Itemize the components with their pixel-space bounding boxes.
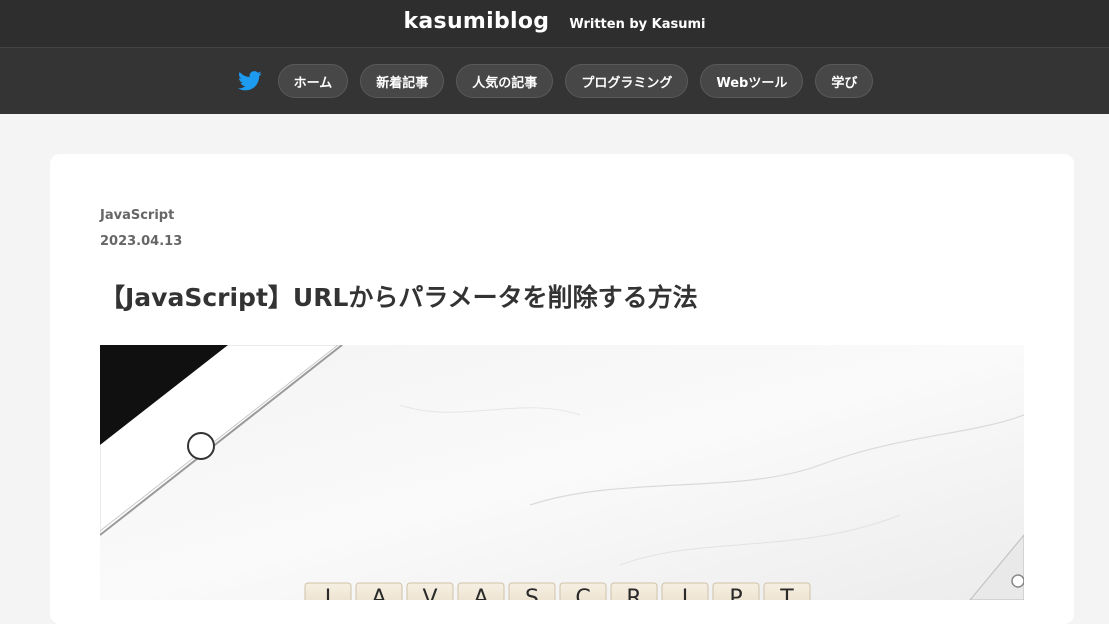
article-title: 【JavaScript】URLからパラメータを削除する方法 xyxy=(100,283,698,312)
svg-text:I: I xyxy=(682,586,689,600)
main-nav: ホーム 新着記事 人気の記事 プログラミング Webツール 学び xyxy=(0,48,1109,114)
nav-item-programming[interactable]: プログラミング xyxy=(565,64,689,98)
svg-text:T: T xyxy=(779,586,794,600)
svg-text:P: P xyxy=(729,586,742,600)
article-category[interactable]: JavaScript xyxy=(100,208,174,223)
svg-text:R: R xyxy=(626,586,641,600)
article-hero-image: J A V A S C R I P T xyxy=(100,345,1024,600)
article-date: 2023.04.13 xyxy=(100,234,183,249)
svg-text:A: A xyxy=(371,586,386,600)
hero-illustration: J A V A S C R I P T xyxy=(100,345,1024,600)
nav-item-popular-articles[interactable]: 人気の記事 xyxy=(456,64,554,98)
twitter-link[interactable] xyxy=(236,67,264,95)
nav-item-home[interactable]: ホーム xyxy=(277,64,349,98)
site-subtitle: Written by Kasumi xyxy=(569,17,706,32)
svg-text:J: J xyxy=(323,586,332,600)
site-header: kasumiblog Written by Kasumi xyxy=(0,0,1109,48)
svg-text:C: C xyxy=(575,586,590,600)
article-card: JavaScript 2023.04.13 【JavaScript】URLからパ… xyxy=(50,154,1074,624)
nav-item-new-articles[interactable]: 新着記事 xyxy=(360,64,445,98)
svg-text:A: A xyxy=(473,586,488,600)
nav-item-learning[interactable]: 学び xyxy=(815,64,874,98)
svg-text:V: V xyxy=(422,586,437,600)
twitter-bird-icon xyxy=(237,71,262,91)
site-title[interactable]: kasumiblog xyxy=(403,9,549,34)
svg-text:S: S xyxy=(525,586,539,600)
nav-item-web-tools[interactable]: Webツール xyxy=(700,64,804,98)
